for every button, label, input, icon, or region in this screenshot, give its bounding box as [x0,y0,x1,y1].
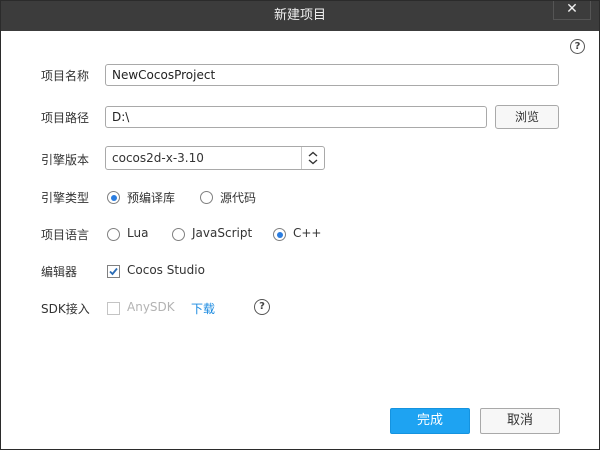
close-icon: ✕ [566,1,578,17]
project-name-label: 项目名称 [41,69,90,83]
engine-version-value: cocos2d-x-3.10 [112,151,204,165]
project-name-value: NewCocosProject [112,68,216,82]
cancel-button[interactable]: 取消 [480,408,560,434]
sdk-label: SDK接入 [41,302,90,316]
close-button[interactable]: ✕ [553,1,591,20]
cocos-studio-checkbox[interactable] [107,265,120,278]
cocos-studio-label: Cocos Studio [127,263,205,277]
radio-lua[interactable] [107,228,120,241]
radio-cpp[interactable] [273,228,286,241]
radio-lua-label: Lua [127,226,149,240]
project-name-input[interactable]: NewCocosProject [105,64,559,86]
browse-button-label: 浏览 [514,110,539,124]
check-icon [109,267,118,276]
engine-version-select[interactable]: cocos2d-x-3.10 [105,146,325,170]
anysdk-label: AnySDK [127,300,175,314]
radio-source-label: 源代码 [220,191,257,205]
radio-javascript-label: JavaScript [192,226,253,240]
new-project-dialog: 新建项目 ✕ ? 项目名称 NewCocosProject 项目路径 D:\ 浏… [0,0,600,450]
download-link[interactable]: 下载 [191,300,215,317]
project-path-input[interactable]: D:\ [105,106,487,128]
radio-precompiled-label: 预编译库 [127,191,176,205]
help-icon[interactable]: ? [570,39,585,54]
sdk-help-icon[interactable]: ? [254,299,270,315]
project-path-label: 项目路径 [41,111,90,125]
finish-button[interactable]: 完成 [390,408,470,434]
radio-source[interactable] [200,191,213,204]
project-language-label: 项目语言 [41,228,90,242]
radio-cpp-label: C++ [293,226,322,240]
browse-button[interactable]: 浏览 [495,105,559,129]
engine-version-label: 引擎版本 [41,153,90,167]
dialog-title: 新建项目 [273,8,326,23]
title-bar: 新建项目 [1,1,599,31]
project-path-value: D:\ [112,110,130,124]
radio-javascript[interactable] [172,228,185,241]
editor-label: 编辑器 [41,265,78,279]
radio-precompiled[interactable] [107,191,120,204]
updown-chevron-icon [301,147,324,169]
engine-type-label: 引擎类型 [41,191,90,205]
cancel-button-label: 取消 [506,413,533,428]
anysdk-checkbox[interactable] [107,302,120,315]
finish-button-label: 完成 [416,413,443,428]
